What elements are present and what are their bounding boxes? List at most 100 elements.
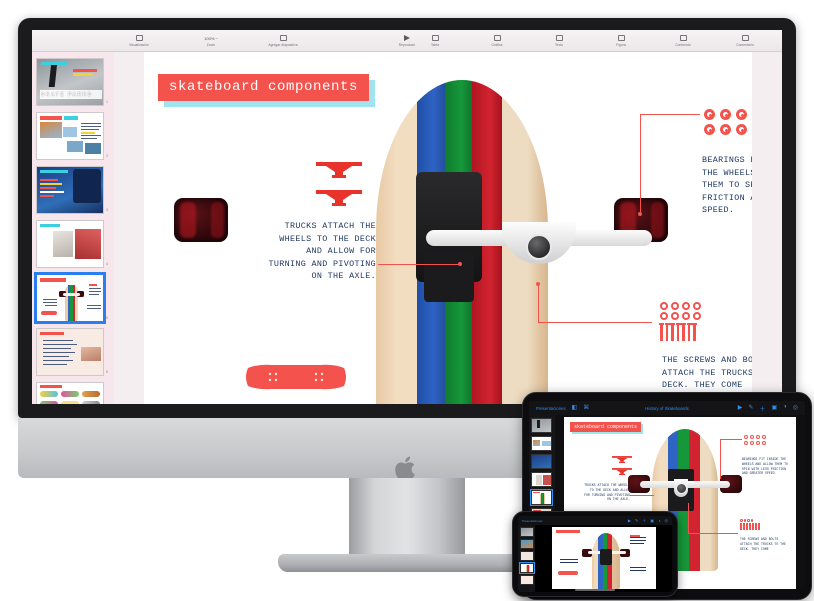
iphone-toolbar: Presentaciones ▶ ✎ ＋ ▣ ◑ ◎ xyxy=(518,516,672,525)
screw-icon xyxy=(692,323,697,341)
callout-trucks[interactable]: TRUCKS ATTACH THE WHEELS TO THE DECK AND… xyxy=(264,220,376,283)
slide-thumbnail-3[interactable] xyxy=(36,166,104,214)
imac-foot xyxy=(278,554,536,572)
ipad-toolbar: Presentaciones ◧ ⌘ History of Skateboard… xyxy=(529,401,805,415)
toolbar-table-label: Tabla xyxy=(430,42,440,47)
truck-icon-bottom xyxy=(316,190,362,206)
slide-thumbnail-4[interactable] xyxy=(36,220,104,268)
leader-line-bearings xyxy=(640,114,700,115)
list-item[interactable]: 5 xyxy=(34,272,114,324)
slide-thumbnail-7[interactable] xyxy=(36,382,104,404)
toolbar-play-label: Reproducir xyxy=(398,42,416,47)
ipad-thumbnail-4[interactable] xyxy=(531,472,552,487)
iphone-callout-accent xyxy=(629,535,640,537)
iphone-callout-line xyxy=(559,559,578,560)
toolbar-view-button[interactable]: Visualización xyxy=(116,34,162,48)
ipad-back-button[interactable]: Presentaciones xyxy=(536,406,566,411)
collaborate-icon[interactable]: ◑ xyxy=(658,518,660,524)
callout-screws[interactable]: THE SCREWS AND BOLTS ATTACH THE TRUCKS T… xyxy=(662,354,752,392)
slide-thumbnail-2[interactable] xyxy=(36,112,104,160)
slide-canvas[interactable]: skateboard components TRUCKS ATTACH THE … xyxy=(114,52,782,404)
callout-deck[interactable]: THE DECK IS THE PLATFORM xyxy=(262,402,392,404)
nut-icon xyxy=(660,312,668,320)
iphone-back-button[interactable]: Presentaciones xyxy=(522,519,543,523)
toolbar-shape-button[interactable]: Figura xyxy=(598,34,644,48)
slide-thumbnail-1[interactable]: SKATE PARKS xyxy=(36,58,104,106)
iphone-thumbnail-5[interactable] xyxy=(519,575,534,585)
sidebar-toggle-icon[interactable]: ◧ xyxy=(572,405,578,411)
list-item[interactable]: 3 xyxy=(36,166,114,214)
toolbar-comment-button[interactable]: Comentario xyxy=(722,34,768,48)
add-icon[interactable]: ＋ xyxy=(759,404,765,413)
brush-icon[interactable]: ✎ xyxy=(635,518,638,524)
iphone-thumbnail-2[interactable] xyxy=(519,539,534,549)
slide-thumbnail-5[interactable] xyxy=(34,272,106,324)
toolbar-add-slide-button[interactable]: Agregar diapositiva xyxy=(260,34,306,48)
imac-screen: Visualización 100% ~ Zoom Agregar diapos… xyxy=(32,30,782,404)
bearing-icon xyxy=(720,109,731,120)
slide-number: 6 xyxy=(106,370,108,374)
ipad-bearings-graphic xyxy=(744,435,766,445)
iphone-thumbnail-3[interactable] xyxy=(519,551,534,561)
media-icon[interactable]: ▣ xyxy=(771,404,777,413)
slide-thumbnail-6[interactable] xyxy=(36,328,104,376)
iphone-canvas[interactable] xyxy=(535,525,672,592)
brush-icon[interactable]: ✎ xyxy=(748,404,753,413)
ipad-thumbnail-1[interactable] xyxy=(531,418,552,433)
slide-navigator[interactable]: SKATE PARKS 1 2 3 4 5 6 xyxy=(32,52,114,404)
ipad-thumbnail-5[interactable] xyxy=(530,489,553,506)
screw-icon xyxy=(659,323,664,341)
list-item[interactable]: 6 xyxy=(36,328,114,376)
leader-line-bearings-vertical xyxy=(640,114,641,214)
shape-icon xyxy=(617,34,625,43)
list-item[interactable]: 4 xyxy=(36,220,114,268)
leader-dot-bearings xyxy=(638,212,642,216)
iphone-thumbnail-4[interactable] xyxy=(518,562,535,574)
ipad-callout-bearings: BEARINGS FIT INSIDE THE WHEELS AND ALLOW… xyxy=(742,457,788,476)
tools-icon[interactable]: ⌘ xyxy=(583,405,589,411)
screw-icon xyxy=(664,323,670,341)
callout-bearings[interactable]: BEARINGS FIT INSIDE THE WHEELS AND ALLOW… xyxy=(702,154,752,217)
toolbar-media-button[interactable]: Contenido xyxy=(660,34,706,48)
iphone-current-slide[interactable] xyxy=(551,527,656,589)
list-item[interactable]: 7 xyxy=(36,382,114,404)
current-slide[interactable]: skateboard components TRUCKS ATTACH THE … xyxy=(144,52,752,404)
more-icon[interactable]: ◎ xyxy=(665,518,669,524)
iphone-slide-navigator[interactable] xyxy=(518,525,535,592)
list-item[interactable]: SKATE PARKS 1 xyxy=(36,58,114,106)
ipad-leader-bearings-v xyxy=(720,439,721,479)
iphone-thumbnail-1[interactable] xyxy=(519,527,534,537)
play-icon[interactable]: ▶ xyxy=(738,404,743,413)
ipad-leader-screws-v xyxy=(688,503,689,533)
nut-icon xyxy=(660,302,668,310)
page-title[interactable]: skateboard components xyxy=(158,74,370,101)
ipad-leader-trucks xyxy=(630,495,654,496)
ipad-thumbnail-2[interactable] xyxy=(531,436,552,451)
nut-row-1 xyxy=(660,302,701,310)
collaborate-icon[interactable]: ◑ xyxy=(783,404,787,413)
ipad-kingpin xyxy=(676,483,687,494)
toolbar-chart-label: Gráfica xyxy=(491,42,503,47)
toolbar-shape-label: Figura xyxy=(616,42,626,47)
ipad-thumbnail-3[interactable] xyxy=(531,454,552,469)
ipad-leader-screws xyxy=(688,533,738,534)
screw-icon xyxy=(681,323,686,341)
toolbar-text-button[interactable]: Texto xyxy=(536,34,582,48)
media-icon[interactable]: ▣ xyxy=(650,518,654,524)
more-icon[interactable]: ◎ xyxy=(793,404,798,413)
toolbar-chart-button[interactable]: Gráfica xyxy=(474,34,520,48)
play-icon xyxy=(404,34,410,43)
toolbar-zoom-button[interactable]: 100% ~ Zoom xyxy=(188,34,234,48)
screw-icon xyxy=(686,323,692,341)
toolbar-play-button[interactable]: Reproducir xyxy=(384,34,430,48)
bearing-row-1 xyxy=(704,109,752,120)
view-options-icon xyxy=(135,34,143,43)
truck-assembly xyxy=(426,220,652,264)
iphone-callout-line xyxy=(629,567,646,568)
toolbar-view-label: Visualización xyxy=(129,42,149,47)
toolbar-add-slide-label: Agregar diapositiva xyxy=(268,42,298,47)
text-icon xyxy=(555,34,563,43)
list-item[interactable]: 2 xyxy=(36,112,114,160)
add-icon[interactable]: ＋ xyxy=(642,518,646,524)
play-icon[interactable]: ▶ xyxy=(628,518,631,524)
